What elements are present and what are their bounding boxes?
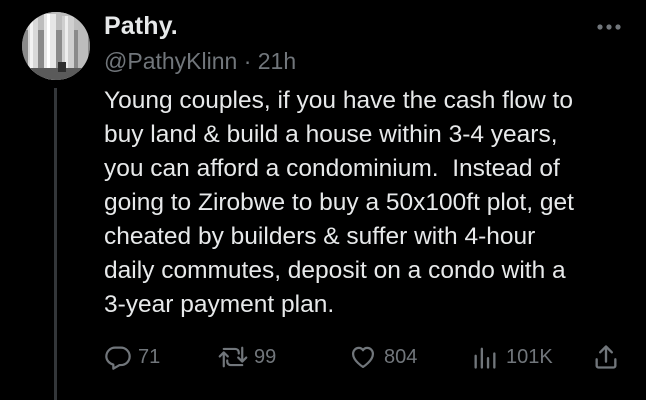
action-bar: 71 99 804 101K xyxy=(104,341,634,373)
retweet-button[interactable]: 99 xyxy=(218,341,276,373)
views-count: 101K xyxy=(506,345,553,368)
views-chart-icon xyxy=(474,347,496,369)
timestamp[interactable]: 21h xyxy=(258,48,296,74)
tweet-text-line: cheated by builders & suffer with 4-hour xyxy=(104,223,536,250)
tweet-text-line: daily commutes, deposit on a condo with … xyxy=(104,257,566,284)
reply-button[interactable]: 71 xyxy=(104,341,160,373)
retweet-count: 99 xyxy=(254,345,277,368)
like-heart-icon xyxy=(351,346,375,369)
meta-separator: · xyxy=(243,48,252,74)
tweet-text-line: 3-year payment plan. xyxy=(104,291,335,318)
avatar-image xyxy=(22,12,90,80)
share-button[interactable] xyxy=(592,341,620,373)
like-count: 804 xyxy=(384,345,418,368)
tweet-text: Young couples, if you have the cash flow… xyxy=(104,84,634,322)
share-icon xyxy=(595,345,617,369)
handle[interactable]: @PathyKlinn xyxy=(104,48,237,74)
reply-count: 71 xyxy=(138,345,161,368)
like-button[interactable]: 804 xyxy=(348,341,417,373)
reply-icon xyxy=(105,346,131,370)
tweet-text-line: buy land & build a house within 3-4 year… xyxy=(104,121,558,148)
tweet[interactable]: Pathy. @PathyKlinn · 21h Young couples, … xyxy=(0,0,646,400)
tweet-text-line: you can afford a condominium. Instead of xyxy=(104,155,560,182)
retweet-icon xyxy=(218,346,248,368)
tweet-meta: @PathyKlinn · 21h xyxy=(104,48,296,75)
tweet-text-line: going to Zirobwe to buy a 50x100ft plot,… xyxy=(104,189,574,216)
thread-line xyxy=(54,88,57,400)
more-button[interactable] xyxy=(594,14,624,40)
views-button[interactable]: 101K xyxy=(470,341,553,373)
tweet-text-line: Young couples, if you have the cash flow… xyxy=(104,87,573,114)
more-dots-icon xyxy=(597,24,621,30)
display-name[interactable]: Pathy. xyxy=(104,12,178,41)
avatar[interactable] xyxy=(22,12,90,80)
